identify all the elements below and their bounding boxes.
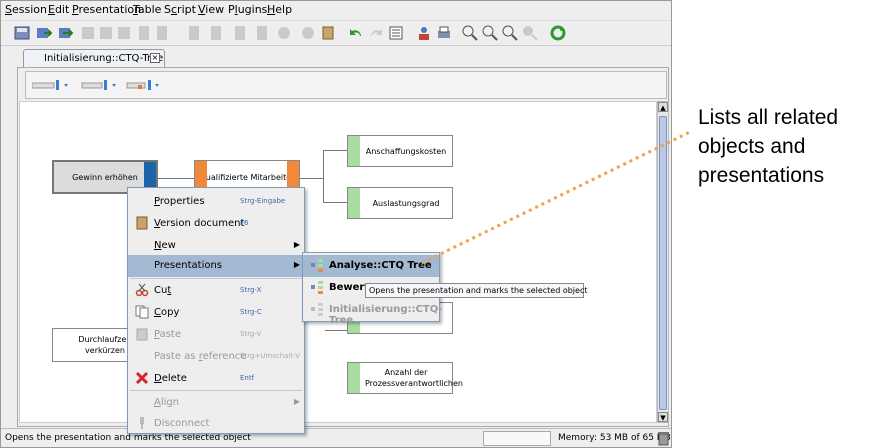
callout-line-2: objects and xyxy=(698,135,806,158)
callout-line-3: presentations xyxy=(698,164,825,187)
callout-text: Lists all related objects and presentati… xyxy=(698,103,838,190)
callout-line xyxy=(421,129,693,265)
callout-line-1: Lists all related xyxy=(698,106,839,129)
